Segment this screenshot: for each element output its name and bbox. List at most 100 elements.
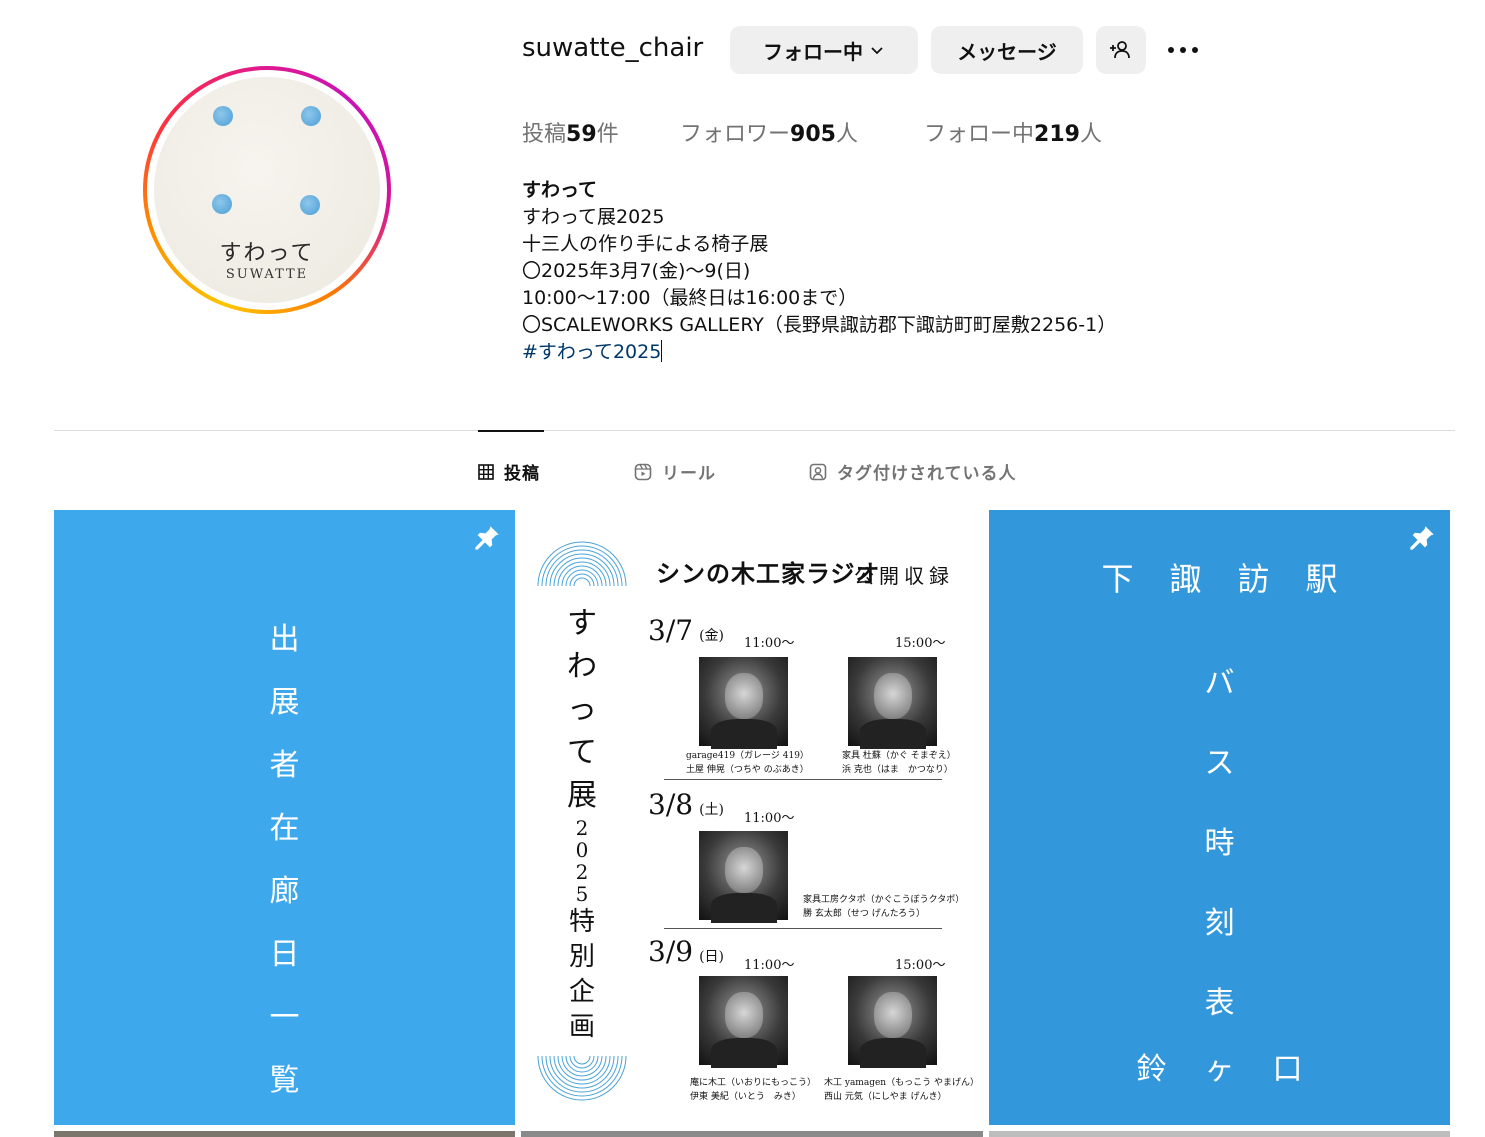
logo-japanese: すわって <box>219 241 315 266</box>
post-char: 時 <box>1204 826 1235 861</box>
tabs-divider <box>54 430 1455 431</box>
following-stat[interactable]: フォロー中219人 <box>924 116 1102 148</box>
avatar[interactable]: すわって SUWATTE <box>154 77 380 303</box>
post-tile-radio-poster[interactable]: す わ っ て 展 2 0 2 5 特 別 企 画 シンの木工家ラジオ 公開収録… <box>516 510 983 1125</box>
post-tile-bus-timetable[interactable]: 下諏訪駅 バ ス 時 刻 表 鈴ヶ口 <box>989 510 1450 1125</box>
poster-date: 3/9 (日) <box>648 935 724 968</box>
pinned-icon <box>1410 526 1434 550</box>
posts-count-stat: 投稿59件 <box>522 116 619 148</box>
text-cursor <box>661 340 663 362</box>
post-title: 下諏訪駅 <box>1101 560 1374 598</box>
logo-dot <box>301 106 321 126</box>
username: suwatte_chair <box>522 33 704 63</box>
caption-line: 土屋 伸晃（つちや のぶあき） <box>686 765 809 775</box>
poster-char: 展 <box>567 778 597 813</box>
post-tile-partial[interactable] <box>521 1131 983 1137</box>
post-text-vertical: 出 展 者 在 廊 日 一 覧 <box>54 614 515 1099</box>
logo-dot <box>212 194 232 214</box>
stat-unit: 件 <box>596 122 619 147</box>
bio-hashtag-line: #すわって2025 <box>522 339 1116 366</box>
more-options-button[interactable] <box>1163 30 1203 70</box>
poster-char: 企 <box>568 977 595 1007</box>
poster-time: 11:00〜 <box>744 811 795 826</box>
poster-char: 画 <box>568 1012 595 1042</box>
stat-value: 59 <box>566 122 597 147</box>
tab-label: タグ付けされている人 <box>837 464 1017 484</box>
logo-english: SUWATTE <box>225 267 309 282</box>
concentric-arcs-decoration <box>537 1056 627 1101</box>
post-tile-exhibitor-schedule[interactable]: 出 展 者 在 廊 日 一 覧 <box>54 510 515 1125</box>
more-dot-icon <box>1192 47 1198 53</box>
post-char: 刻 <box>1204 906 1235 941</box>
logo-dot <box>300 195 320 215</box>
stat-label: フォロワー <box>680 122 791 147</box>
caption-line: 庵に木工（いおりにもっこう） <box>690 1078 817 1088</box>
speaker-photo <box>699 657 788 749</box>
caption-line: 伊東 美紀（いとう みき） <box>690 1092 801 1102</box>
followers-stat[interactable]: フォロワー905人 <box>680 116 858 148</box>
caption-line: garage419（ガレージ 419） <box>686 751 809 761</box>
hashtag-link[interactable]: #すわって2025 <box>522 341 661 363</box>
post-tile-partial[interactable] <box>989 1131 1450 1137</box>
poster-char: 特 <box>568 907 595 937</box>
poster-date: 3/8 (土) <box>648 788 724 821</box>
poster-vertical-title: す わ っ て 展 2 0 2 5 特 別 企 画 <box>562 602 602 1045</box>
date-weekday: (金) <box>699 628 724 644</box>
poster-year-digit: 0 <box>575 838 589 862</box>
speaker-caption: 家具工房クタポ（かぐこうぼうクタポ） 勝 玄太郎（せつ げんたろう） <box>803 893 964 921</box>
bio-line: すわって展2025 <box>522 206 665 228</box>
bio-line: 〇2025年3月7(金)〜9(日) <box>522 260 751 282</box>
poster-year-digit: 2 <box>575 860 589 884</box>
post-char: 廊 <box>269 874 300 909</box>
tab-label: 投稿 <box>504 464 540 484</box>
date-value: 3/8 <box>648 788 694 821</box>
poster-char: っ <box>567 692 597 727</box>
post-char: 日 <box>269 937 300 972</box>
post-tile-partial[interactable] <box>54 1131 515 1137</box>
speaker-photo <box>848 976 937 1068</box>
following-button-label: フォロー中 <box>763 39 863 64</box>
poster-char: 別 <box>568 942 595 972</box>
reels-icon <box>634 463 652 480</box>
tab-posts[interactable]: 投稿 <box>478 459 540 484</box>
poster-time: 15:00〜 <box>895 636 946 651</box>
concentric-arcs-decoration <box>537 541 627 586</box>
post-char: バ <box>1204 666 1235 701</box>
post-char: 一 <box>269 1000 300 1035</box>
more-dot-icon <box>1168 47 1174 53</box>
message-button[interactable]: メッセージ <box>931 26 1083 74</box>
post-char: 者 <box>269 748 300 783</box>
section-divider <box>664 779 942 780</box>
speaker-photo <box>699 976 788 1068</box>
bio-display-name: すわって <box>522 179 598 201</box>
post-text-vertical: バ ス 時 刻 表 <box>989 658 1450 1022</box>
pinned-icon <box>475 526 499 550</box>
more-dot-icon <box>1180 47 1186 53</box>
caption-line: 木工 yamagen（もっこう やまげん） <box>824 1078 979 1088</box>
bio-line: 10:00〜17:00（最終日は16:00まで） <box>522 287 858 309</box>
tab-label: リール <box>662 464 716 484</box>
caption-line: 家具工房クタポ（かぐこうぼうクタポ） <box>803 895 965 905</box>
profile-avatar-ring[interactable]: すわって SUWATTE <box>143 66 391 314</box>
tab-tagged[interactable]: タグ付けされている人 <box>809 459 1017 484</box>
date-value: 3/9 <box>648 935 694 968</box>
poster-date: 3/7 (金) <box>648 614 724 647</box>
grid-icon <box>478 463 494 480</box>
post-char: 覧 <box>269 1063 300 1098</box>
speaker-caption: 庵に木工（いおりにもっこう） 伊東 美紀（いとう みき） <box>690 1076 816 1104</box>
suggest-users-button[interactable] <box>1096 26 1146 74</box>
tagged-icon <box>809 463 827 480</box>
poster-year-digit: 5 <box>575 882 589 906</box>
stat-label: 投稿 <box>522 122 567 147</box>
speaker-photo <box>699 831 788 923</box>
poster-year-digit: 2 <box>575 816 589 840</box>
date-weekday: (土) <box>699 802 724 818</box>
post-char: 在 <box>269 811 300 846</box>
speaker-photo <box>848 657 937 749</box>
bio-line: 〇SCALEWORKS GALLERY（長野県諏訪郡下諏訪町町屋敷2256-1） <box>522 314 1117 336</box>
stat-label: フォロー中 <box>924 122 1035 147</box>
tab-reels[interactable]: リール <box>634 459 716 484</box>
following-button[interactable]: フォロー中 <box>730 26 918 74</box>
poster-char: す <box>567 606 597 641</box>
speaker-caption: garage419（ガレージ 419） 土屋 伸晃（つちや のぶあき） <box>686 749 809 777</box>
